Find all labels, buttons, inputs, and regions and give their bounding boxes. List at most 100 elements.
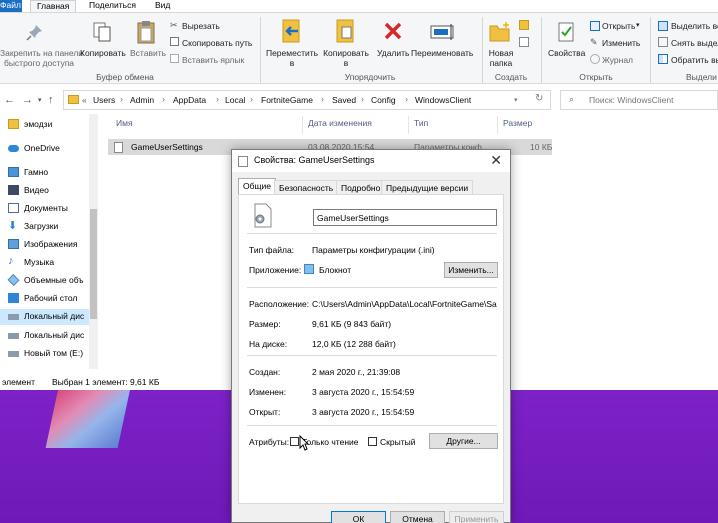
created-label: Создан:	[249, 367, 281, 377]
nav-item-local-disk-c[interactable]: Локальный дис	[0, 309, 90, 325]
cancel-button[interactable]: Отмена	[390, 511, 445, 523]
chevron-down-icon[interactable]: ▾	[636, 21, 640, 29]
cloud-icon	[8, 145, 19, 152]
properties-button[interactable]: Свойства	[548, 48, 585, 58]
hidden-label[interactable]: Скрытый	[380, 437, 415, 447]
select-none-button[interactable]: Снять выдел	[671, 38, 718, 48]
breadcrumb-overflow[interactable]: «	[82, 95, 87, 105]
divider	[247, 355, 497, 356]
properties-dialog: Свойства: GameUserSettings ✕ Общие Безоп…	[231, 149, 511, 523]
breadcrumb-item[interactable]: FortniteGame	[261, 95, 313, 105]
address-row: ← → ▾ ↑ « Users › Admin › AppData › Loca…	[0, 84, 718, 114]
column-header-name[interactable]: Имя	[116, 118, 133, 128]
address-bar[interactable]: « Users › Admin › AppData › Local › Fort…	[63, 90, 551, 110]
nav-item-label: Музыка	[24, 257, 55, 267]
cut-button[interactable]: Вырезать	[182, 21, 220, 31]
breadcrumb-item[interactable]: Local	[225, 95, 245, 105]
mouse-cursor-icon	[299, 435, 309, 451]
created-value: 2 мая 2020 г., 21:39:08	[312, 367, 401, 377]
navigation-pane: эмодзи OneDrive Гамно Видео Документы ⬇ …	[0, 114, 100, 374]
address-dropdown-icon[interactable]: ▾	[514, 96, 518, 104]
column-header-date[interactable]: Дата изменения	[308, 118, 372, 128]
scissors-icon: ✂	[170, 20, 178, 30]
nav-scrollbar-thumb[interactable]	[90, 209, 97, 319]
open-icon	[590, 21, 600, 31]
tab-general[interactable]: Общие	[238, 178, 276, 195]
config-file-gear-icon	[254, 203, 272, 228]
breadcrumb-item[interactable]: WindowsClient	[415, 95, 471, 105]
breadcrumb-item[interactable]: AppData	[173, 95, 206, 105]
close-icon[interactable]: ✕	[490, 152, 502, 169]
file-type-label: Тип файла:	[249, 245, 295, 255]
drive-icon	[8, 351, 19, 357]
copy-button[interactable]: Копировать	[80, 48, 126, 58]
paste-shortcut-button[interactable]: Вставить ярлык	[182, 55, 244, 65]
tab-share[interactable]: Поделиться	[83, 0, 142, 12]
readonly-checkbox[interactable]	[290, 437, 299, 446]
tab-security[interactable]: Безопасность	[274, 180, 339, 195]
readonly-label[interactable]: Только чтение	[302, 437, 358, 447]
tab-details[interactable]: Подробно	[336, 180, 386, 195]
search-input[interactable]: ⌕ Поиск: WindowsClient	[560, 90, 718, 110]
nav-item-label: Загрузки	[24, 221, 59, 231]
new-folder-button[interactable]: Новая папка	[484, 48, 518, 68]
rename-button[interactable]: Переименовать	[411, 48, 473, 58]
breadcrumb-item[interactable]: Saved	[332, 95, 356, 105]
file-name-field[interactable]: GameUserSettings	[313, 209, 497, 226]
select-all-button[interactable]: Выделить все	[671, 21, 718, 31]
cube-icon	[7, 274, 20, 286]
column-divider[interactable]	[408, 116, 409, 134]
drive-icon	[8, 333, 19, 339]
breadcrumb-separator-icon: ›	[120, 94, 123, 104]
recent-chevron-icon[interactable]: ▾	[38, 96, 42, 104]
forward-arrow-icon[interactable]: →	[22, 94, 33, 106]
edit-button[interactable]: Изменить	[602, 38, 640, 48]
new-item-icon[interactable]	[519, 20, 529, 30]
size-value: 9,61 КБ (9 843 байт)	[312, 319, 392, 329]
back-arrow-icon[interactable]: ←	[4, 94, 15, 106]
location-label: Расположение:	[249, 299, 310, 309]
drive-icon	[8, 314, 19, 320]
document-icon	[8, 203, 19, 213]
column-header-size[interactable]: Размер	[503, 118, 532, 128]
advanced-attributes-button[interactable]: Другие...	[429, 433, 498, 449]
pin-quick-access-button[interactable]: Закрепить на панели быстрого доступа	[0, 48, 83, 68]
refresh-icon[interactable]: ↻	[535, 93, 543, 104]
column-header-type[interactable]: Тип	[414, 118, 428, 128]
nav-scrollbar[interactable]	[89, 114, 98, 369]
column-divider[interactable]	[302, 116, 303, 134]
change-app-button[interactable]: Изменить...	[444, 262, 498, 278]
nav-item-label: Локальный дис	[24, 311, 85, 321]
column-divider[interactable]	[497, 116, 498, 134]
hidden-checkbox[interactable]	[368, 437, 377, 446]
copy-to-button[interactable]: Копировать в	[318, 48, 374, 68]
paste-button[interactable]: Вставить	[130, 48, 166, 58]
up-arrow-icon[interactable]: ↑	[48, 94, 54, 106]
invert-selection-button[interactable]: Обратить выд	[671, 55, 718, 65]
dialog-titlebar[interactable]: Свойства: GameUserSettings ✕	[232, 150, 510, 172]
open-button[interactable]: Открыть	[602, 21, 635, 31]
copy-path-icon	[170, 37, 179, 46]
copy-path-button[interactable]: Скопировать путь	[182, 38, 252, 48]
breadcrumb-item[interactable]: Admin	[130, 95, 154, 105]
delete-button[interactable]: Удалить	[377, 48, 409, 58]
tab-home[interactable]: Главная	[30, 0, 77, 12]
breadcrumb-separator-icon: ›	[405, 94, 408, 104]
file-type-value: Параметры конфигурации (.ini)	[312, 245, 435, 255]
nav-item-label: OneDrive	[24, 143, 60, 153]
tab-view[interactable]: Вид	[149, 0, 176, 12]
move-to-button[interactable]: Переместить в	[264, 48, 320, 68]
desktop-wallpaper-logo	[45, 388, 131, 448]
new-folder-label: Новая	[488, 48, 514, 58]
history-button[interactable]: Журнал	[602, 55, 633, 65]
image-icon	[8, 239, 19, 249]
breadcrumb-item[interactable]: Users	[93, 95, 115, 105]
tab-previous-versions[interactable]: Предыдущие версии	[381, 180, 474, 195]
tab-file[interactable]: Файл	[0, 0, 22, 12]
file-size: 10 КБ	[530, 142, 553, 152]
ok-button[interactable]: ОК	[331, 511, 386, 523]
easy-access-icon[interactable]	[519, 37, 529, 47]
apply-button[interactable]: Применить	[449, 511, 504, 523]
search-icon: ⌕	[569, 94, 575, 104]
breadcrumb-item[interactable]: Config	[371, 95, 396, 105]
